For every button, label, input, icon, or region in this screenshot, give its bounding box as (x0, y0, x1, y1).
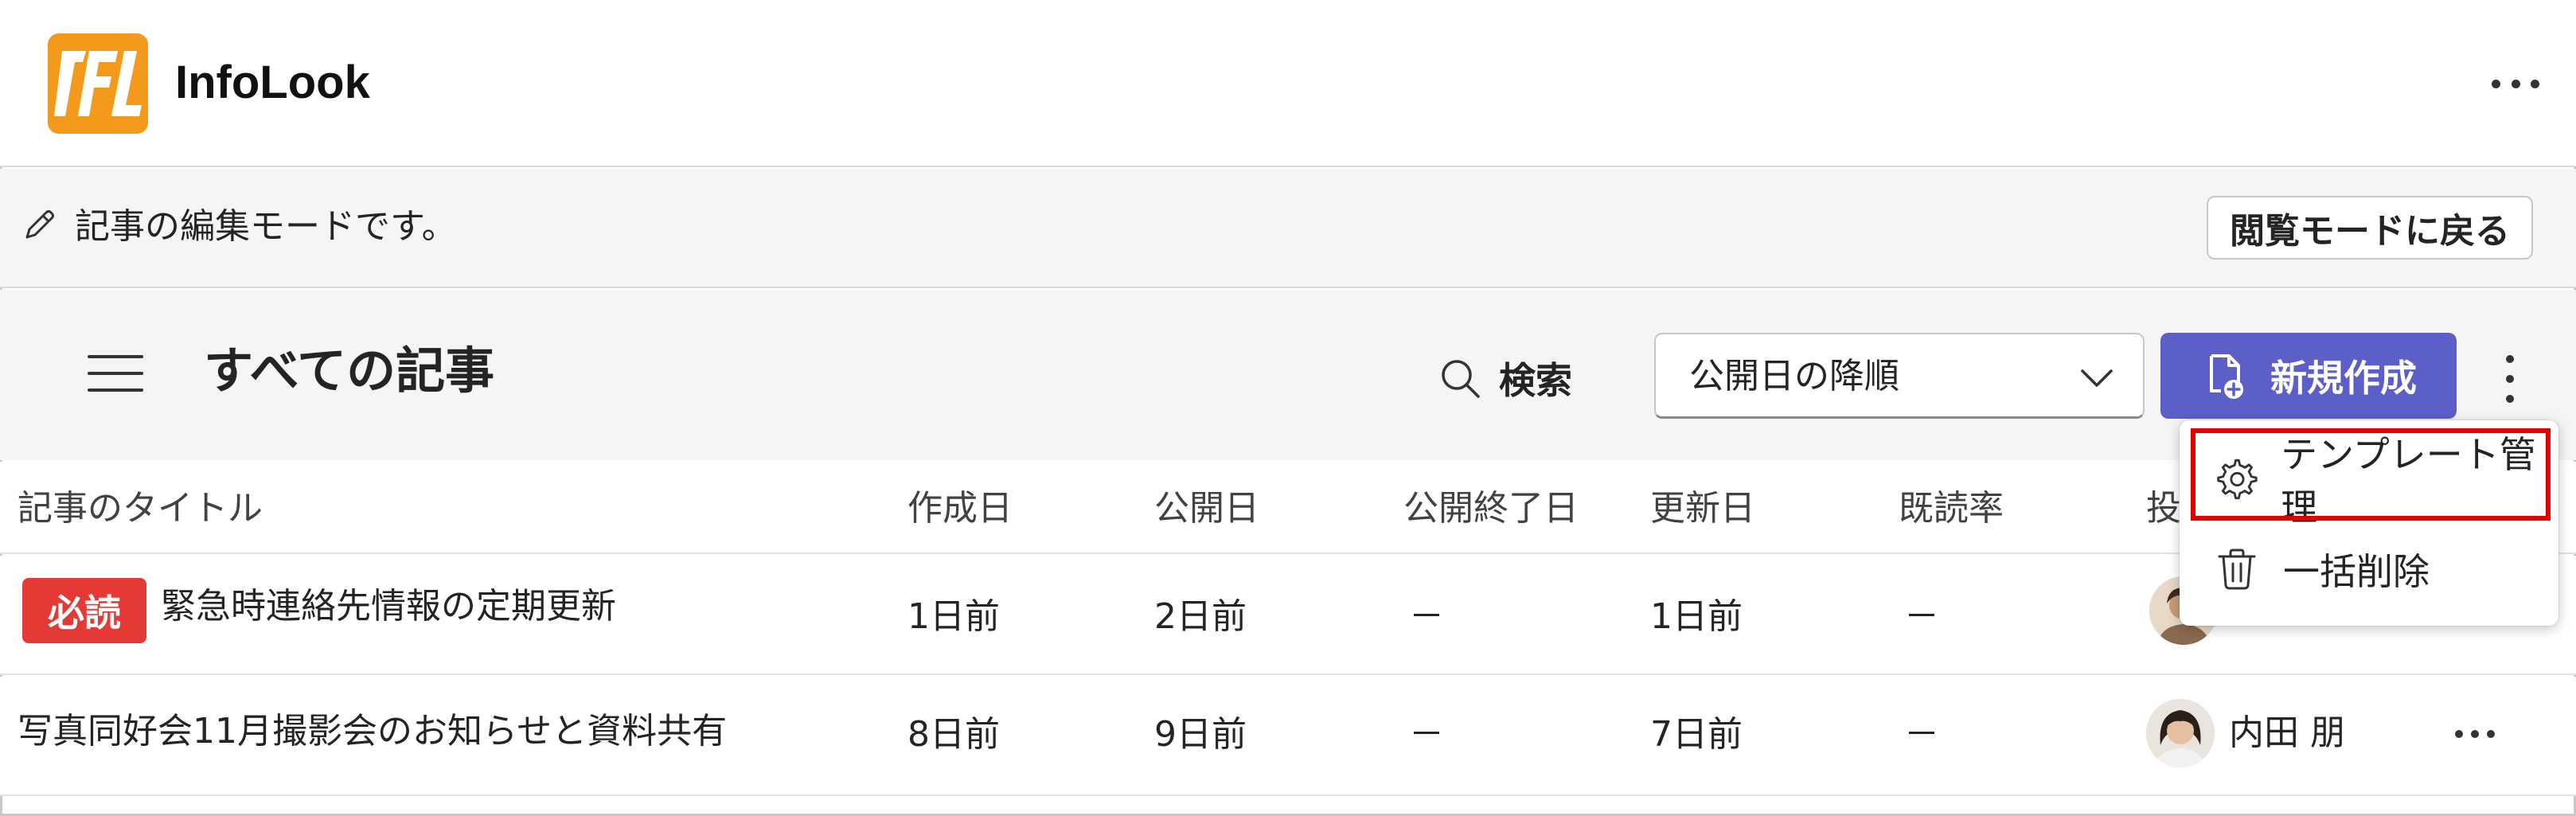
column-header-read-rate[interactable]: 既読率 (1899, 487, 2004, 530)
published-date: 9日前 (1154, 714, 1247, 755)
sort-dropdown[interactable]: 公開日の降順 (1654, 333, 2145, 419)
published-date: 2日前 (1154, 596, 1247, 637)
menu-item-label: テンプレート管理 (2281, 433, 2536, 529)
unpublish-date: － (1409, 596, 1444, 637)
menu-item-label: 一括削除 (2283, 550, 2430, 593)
search-icon (1442, 360, 1480, 398)
search-label: 検索 (1499, 359, 1572, 402)
gear-icon (2217, 459, 2258, 500)
new-article-button[interactable]: 新規作成 (2160, 333, 2457, 419)
unpublish-date: － (1409, 714, 1444, 755)
back-to-view-mode-button[interactable]: 閲覧モードに戻る (2207, 196, 2533, 260)
more-vertical-icon[interactable] (2498, 355, 2522, 403)
column-header-created[interactable]: 作成日 (907, 487, 1013, 530)
more-options-menu: テンプレート管理 一括削除 (2180, 420, 2558, 626)
sort-value: 公開日の降順 (1689, 356, 1899, 396)
avatar (2146, 699, 2215, 767)
new-article-label: 新規作成 (2270, 357, 2417, 400)
required-badge: 必読 (22, 578, 146, 643)
hamburger-menu-icon[interactable] (88, 355, 143, 392)
created-date: 1日前 (907, 596, 1000, 637)
more-options-icon[interactable] (2492, 72, 2539, 96)
updated-date: 7日前 (1650, 714, 1743, 755)
column-header-unpublish[interactable]: 公開終了日 (1403, 487, 1579, 530)
article-title[interactable]: 写真同好会11月撮影会のお知らせと資料共有 (18, 710, 727, 753)
updated-date: 1日前 (1650, 596, 1743, 637)
author-name: 内田 朋 (2229, 713, 2345, 753)
column-header-published[interactable]: 公開日 (1154, 487, 1259, 530)
column-header-updated[interactable]: 更新日 (1650, 487, 1755, 530)
chevron-down-icon (2081, 369, 2113, 387)
column-header-title[interactable]: 記事のタイトル (18, 487, 263, 530)
page-title: すべての記事 (204, 342, 495, 400)
app-header (0, 0, 2576, 167)
edit-mode-message: 記事の編集モードです。 (75, 206, 457, 247)
menu-item-bulk-delete[interactable]: 一括削除 (2180, 522, 2558, 616)
read-rate: － (1904, 596, 1939, 637)
app-name: InfoLook (175, 57, 370, 108)
article-title[interactable]: 緊急時連絡先情報の定期更新 (161, 585, 616, 628)
new-document-icon (2210, 354, 2243, 399)
read-rate: － (1904, 714, 1939, 755)
search-button[interactable]: 検索 (1437, 350, 1572, 406)
menu-item-template-management[interactable]: テンプレート管理 (2180, 431, 2558, 529)
infolook-logo (48, 33, 148, 134)
pencil-icon (25, 210, 54, 239)
created-date: 8日前 (907, 714, 1000, 755)
trash-icon (2218, 549, 2256, 590)
column-header-author[interactable]: 投 (2146, 487, 2181, 530)
row-more-options-icon[interactable] (2455, 730, 2495, 741)
